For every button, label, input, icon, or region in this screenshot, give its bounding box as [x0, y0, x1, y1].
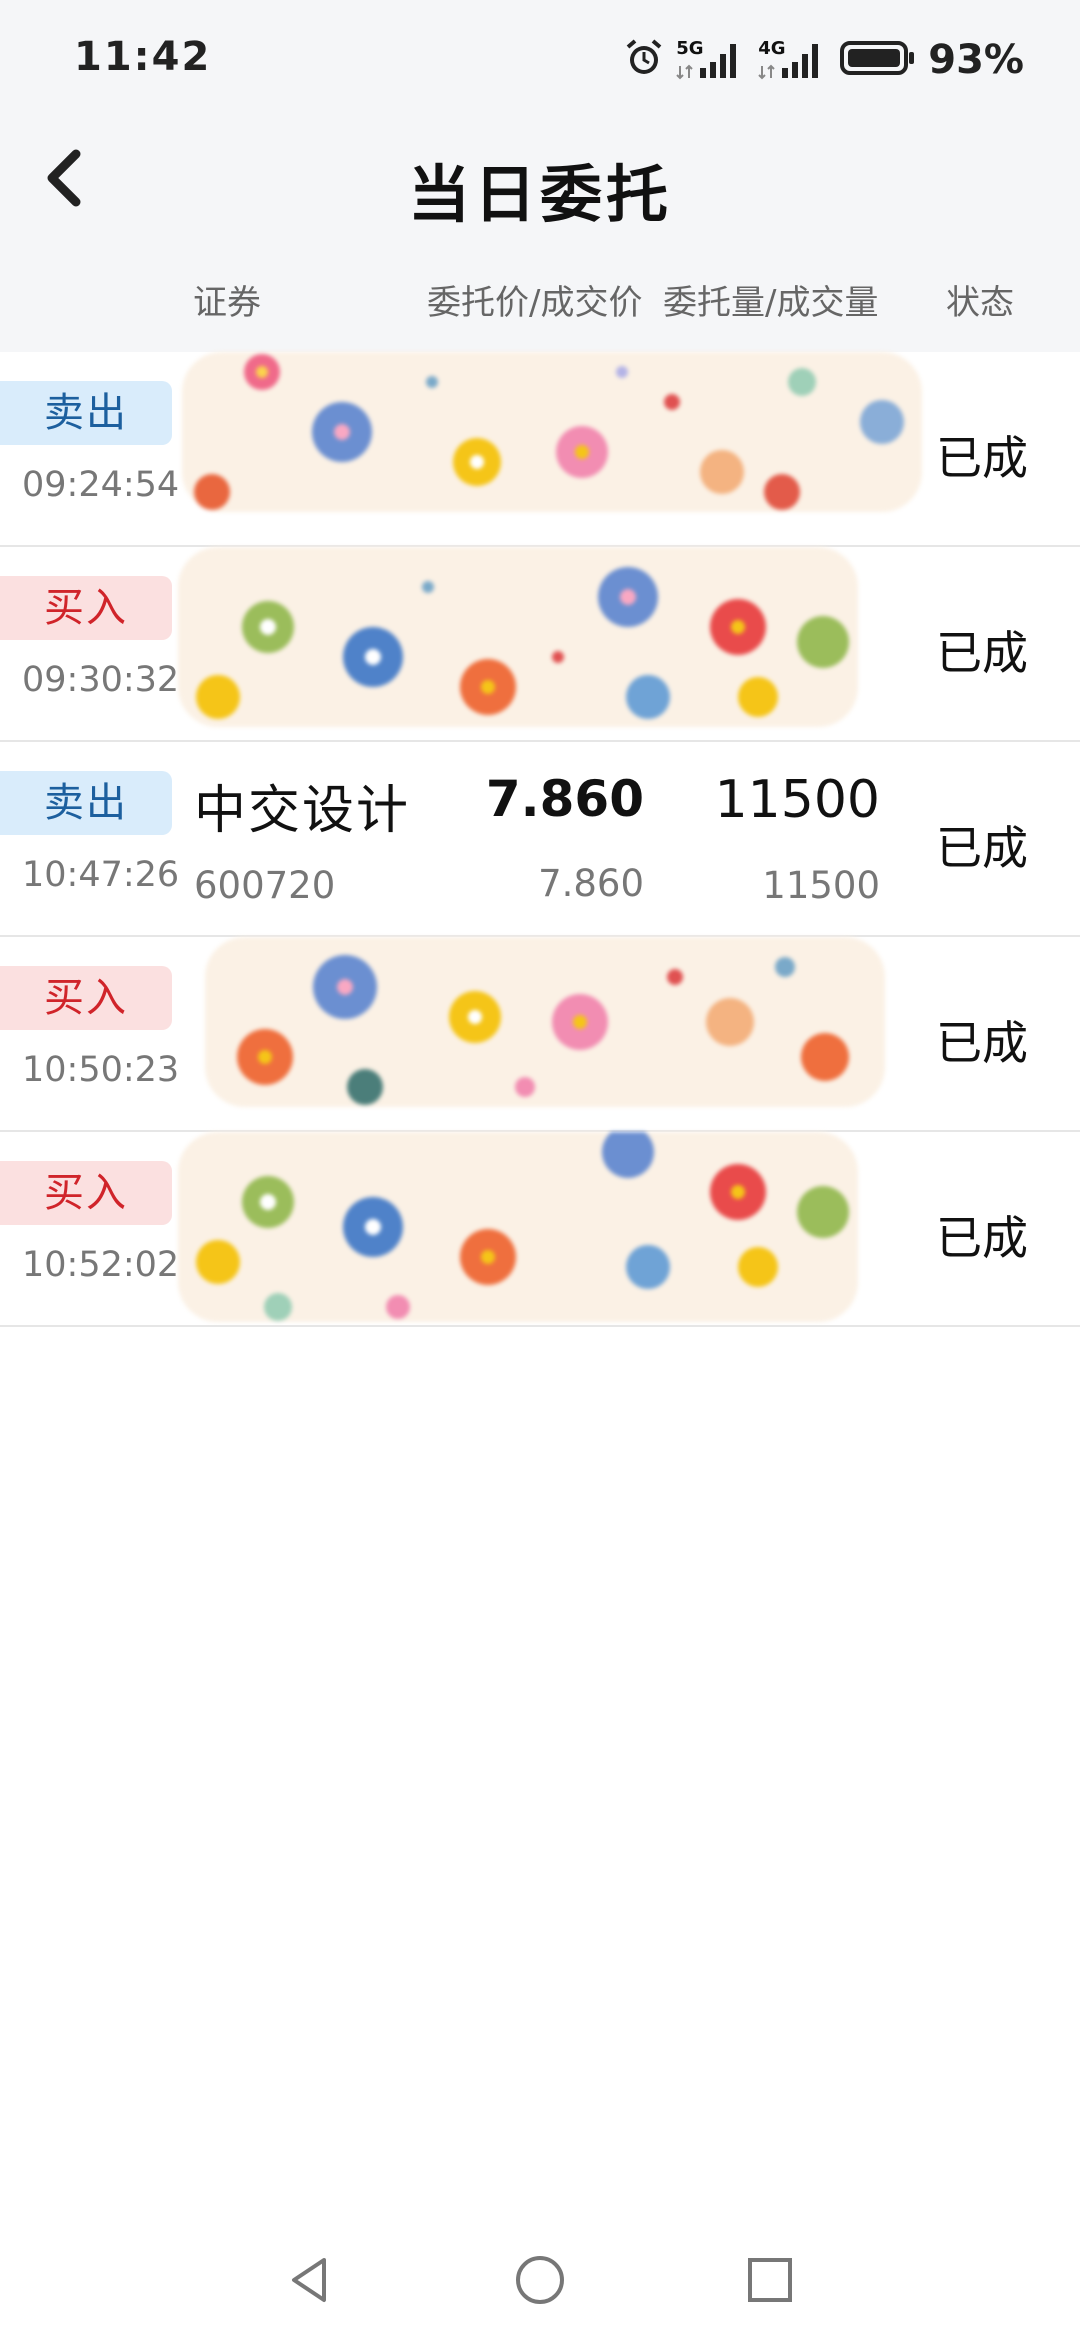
order-state: 已成: [936, 1211, 1028, 1265]
battery-icon: [840, 38, 916, 82]
order-row[interactable]: 卖出 10:47:26 中交设计 600720 7.860 7.860 1150…: [0, 742, 1080, 937]
privacy-sticker-mask: [205, 937, 885, 1107]
page-title: 当日委托: [407, 158, 672, 231]
status-bar: 11:42 5G 4G 93%: [0, 0, 1080, 120]
security-name: 中交设计: [194, 781, 411, 841]
order-row[interactable]: 买入 09:30:32 已成: [0, 547, 1080, 742]
order-state: 已成: [936, 626, 1028, 680]
order-price: 7.860: [485, 770, 644, 828]
order-row[interactable]: 卖出 09:24:54 已成: [0, 352, 1080, 547]
order-state: 已成: [936, 431, 1028, 485]
nav-bar: 当日委托: [0, 120, 1080, 240]
column-header-security: 证券: [193, 283, 261, 323]
order-state: 已成: [936, 821, 1028, 875]
column-header-price: 委托价/成交价: [427, 283, 643, 323]
battery-percent: 93%: [928, 37, 1024, 83]
signal-4g-icon: 4G: [758, 38, 828, 80]
side-badge: 卖出: [0, 771, 172, 835]
privacy-sticker-mask: [178, 1132, 858, 1322]
order-time: 09:24:54: [22, 465, 180, 505]
alarm-icon: [624, 38, 664, 82]
order-time: 09:30:32: [22, 660, 180, 700]
square-recent-icon: [748, 2258, 792, 2302]
side-badge: 买入: [0, 1161, 172, 1225]
order-time: 10:52:02: [22, 1245, 180, 1285]
side-badge: 买入: [0, 576, 172, 640]
order-time: 10:47:26: [22, 855, 180, 895]
order-row[interactable]: 买入 10:52:02 已成: [0, 1132, 1080, 1327]
net-5g-label: 5G: [676, 38, 704, 59]
order-row[interactable]: 买入 10:50:23 已成: [0, 937, 1080, 1132]
deal-qty: 11500: [762, 864, 880, 907]
triangle-back-icon: [292, 2258, 326, 2302]
header-area: 11:42 5G 4G 93% 当日委托 证券 委托价/成交价 委托量/成交量 …: [0, 0, 1080, 352]
nav-back-button[interactable]: [280, 2250, 340, 2310]
side-badge: 买入: [0, 966, 172, 1030]
net-4g-label: 4G: [758, 38, 786, 59]
order-qty: 11500: [714, 770, 880, 830]
security-code: 600720: [194, 864, 336, 907]
privacy-sticker-mask: [182, 352, 922, 512]
status-time: 11:42: [74, 34, 212, 80]
order-state: 已成: [936, 1016, 1028, 1070]
order-time: 10:50:23: [22, 1050, 180, 1090]
signal-5g-icon: 5G: [676, 38, 746, 80]
side-badge: 卖出: [0, 381, 172, 445]
privacy-sticker-mask: [178, 547, 858, 727]
order-list: 卖出 09:24:54 已成 买入 09:30:32 已成 卖出 10:47:2…: [0, 352, 1080, 1327]
deal-price: 7.860: [538, 862, 644, 905]
nav-home-button[interactable]: [510, 2250, 570, 2310]
circle-home-icon: [516, 2256, 564, 2304]
column-header-qty: 委托量/成交量: [663, 283, 879, 323]
status-icons: 5G 4G 93%: [624, 32, 1024, 88]
system-nav-bar: [0, 2220, 1080, 2340]
nav-recent-button[interactable]: [740, 2250, 800, 2310]
column-header-state: 状态: [946, 283, 1014, 323]
